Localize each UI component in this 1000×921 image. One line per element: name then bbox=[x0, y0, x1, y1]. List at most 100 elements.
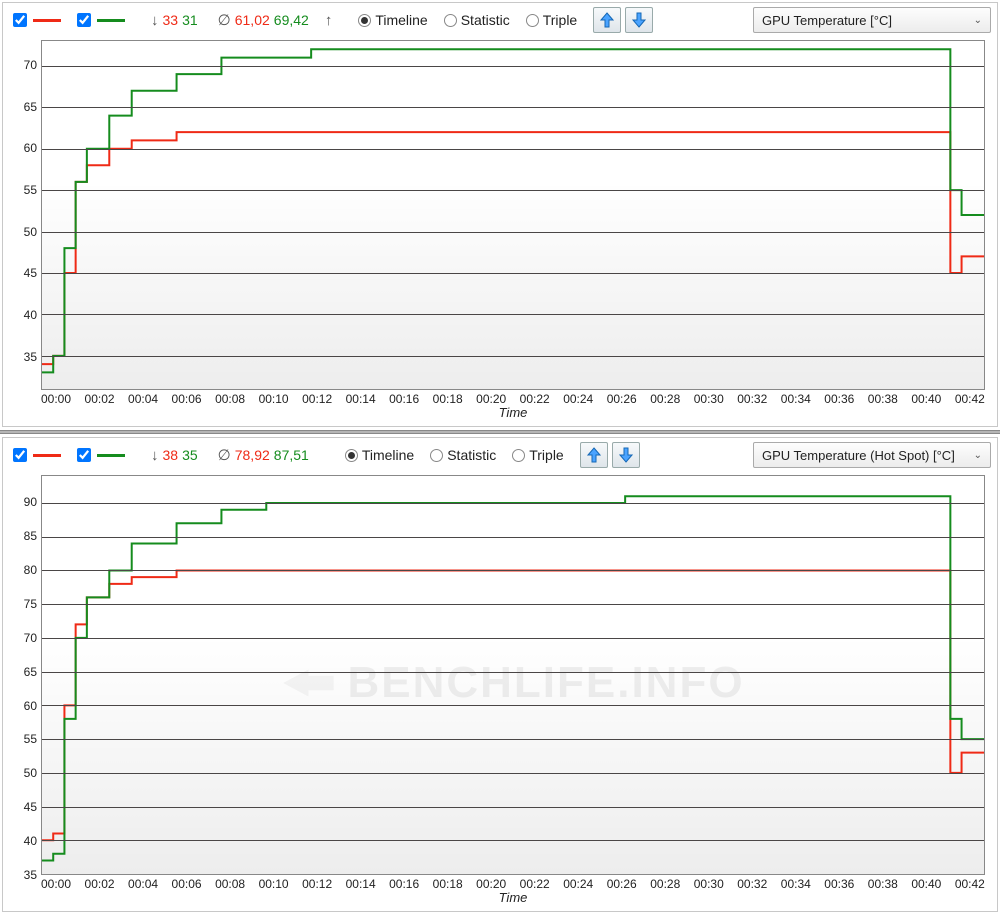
y-tick-label: 40 bbox=[13, 834, 37, 848]
checkbox-green[interactable] bbox=[77, 13, 91, 27]
y-tick-label: 80 bbox=[13, 563, 37, 577]
updown-icon: ↑ bbox=[325, 12, 333, 29]
min-red: 33 bbox=[163, 12, 179, 28]
min-icon: ↓ bbox=[151, 12, 159, 29]
sensor-dropdown-label: GPU Temperature (Hot Spot) [°C] bbox=[762, 448, 955, 463]
x-tick-label: 00:16 bbox=[389, 392, 419, 406]
x-tick-label: 00:14 bbox=[346, 877, 376, 891]
x-tick-label: 00:04 bbox=[128, 877, 158, 891]
min-stat: ↓ 33 31 bbox=[151, 12, 198, 29]
avg-red: 78,92 bbox=[235, 447, 270, 463]
arrow-down-button[interactable] bbox=[612, 442, 640, 468]
min-red: 38 bbox=[163, 447, 179, 463]
y-tick-label: 35 bbox=[13, 350, 37, 364]
min-stat: ↓ 38 35 bbox=[151, 447, 198, 464]
radio-timeline[interactable]: Timeline bbox=[358, 12, 427, 28]
x-tick-label: 00:28 bbox=[650, 392, 680, 406]
arrow-up-button[interactable] bbox=[593, 7, 621, 33]
x-tick-label: 00:32 bbox=[737, 392, 767, 406]
radio-timeline[interactable]: Timeline bbox=[345, 447, 414, 463]
min-green: 35 bbox=[182, 447, 198, 463]
y-tick-label: 50 bbox=[13, 225, 37, 239]
y-tick-label: 40 bbox=[13, 308, 37, 322]
updown-stat: ↑ bbox=[325, 12, 333, 29]
x-tick-label: 00:08 bbox=[215, 392, 245, 406]
x-tick-label: 00:02 bbox=[85, 877, 115, 891]
avg-green: 69,42 bbox=[274, 12, 309, 28]
chevron-down-icon: ⌄ bbox=[974, 450, 982, 461]
radio-timeline-label: Timeline bbox=[375, 12, 427, 28]
series-toggle-red[interactable] bbox=[9, 445, 61, 465]
x-tick-label: 00:28 bbox=[650, 877, 680, 891]
swatch-red bbox=[33, 454, 61, 457]
x-axis-labels: 00:0000:0200:0400:0600:0800:1000:1200:14… bbox=[41, 877, 985, 891]
y-tick-label: 55 bbox=[13, 732, 37, 746]
y-tick-label: 75 bbox=[13, 597, 37, 611]
sensor-dropdown-label: GPU Temperature [°C] bbox=[762, 13, 892, 28]
chevron-down-icon: ⌄ bbox=[974, 15, 982, 26]
avg-green: 87,51 bbox=[274, 447, 309, 463]
x-tick-label: 00:12 bbox=[302, 392, 332, 406]
radio-statistic-label: Statistic bbox=[447, 447, 496, 463]
series-svg bbox=[42, 476, 984, 874]
x-tick-label: 00:10 bbox=[259, 392, 289, 406]
x-tick-label: 00:16 bbox=[389, 877, 419, 891]
y-tick-label: 60 bbox=[13, 141, 37, 155]
x-tick-label: 00:00 bbox=[41, 877, 71, 891]
arrow-down-button[interactable] bbox=[625, 7, 653, 33]
panel-divider[interactable] bbox=[0, 430, 1000, 434]
y-tick-label: 35 bbox=[13, 868, 37, 882]
chart-panel-1: ↓ 38 35 ∅ 78,92 87,51 Timeline Statistic… bbox=[2, 437, 998, 912]
checkbox-red[interactable] bbox=[13, 13, 27, 27]
radio-triple-label: Triple bbox=[543, 12, 578, 28]
checkbox-red[interactable] bbox=[13, 448, 27, 462]
x-tick-label: 00:24 bbox=[563, 877, 593, 891]
series-toggle-red[interactable] bbox=[9, 10, 61, 30]
x-tick-label: 00:40 bbox=[911, 392, 941, 406]
x-tick-label: 00:20 bbox=[476, 877, 506, 891]
radio-statistic[interactable]: Statistic bbox=[444, 12, 510, 28]
series-line-green bbox=[42, 49, 984, 372]
sensor-dropdown[interactable]: GPU Temperature (Hot Spot) [°C] ⌄ bbox=[753, 442, 991, 468]
plot-area-1: BENCHLIFE.INFO bbox=[41, 475, 985, 875]
x-tick-label: 00:42 bbox=[955, 392, 985, 406]
x-tick-label: 00:14 bbox=[346, 392, 376, 406]
radio-triple[interactable]: Triple bbox=[512, 447, 564, 463]
x-tick-label: 00:20 bbox=[476, 392, 506, 406]
x-tick-label: 00:26 bbox=[607, 392, 637, 406]
x-tick-label: 00:06 bbox=[172, 877, 202, 891]
x-tick-label: 00:38 bbox=[868, 392, 898, 406]
y-tick-label: 60 bbox=[13, 699, 37, 713]
x-tick-label: 00:42 bbox=[955, 877, 985, 891]
x-tick-label: 00:02 bbox=[85, 392, 115, 406]
radio-triple[interactable]: Triple bbox=[526, 12, 578, 28]
checkbox-green[interactable] bbox=[77, 448, 91, 462]
avg-stat: ∅ 61,02 69,42 bbox=[218, 11, 309, 29]
series-toggle-green[interactable] bbox=[73, 445, 125, 465]
chart-panel-0: ↓ 33 31 ∅ 61,02 69,42 ↑ Timeline Statist… bbox=[2, 2, 998, 427]
view-radios: Timeline Statistic Triple bbox=[345, 447, 564, 463]
min-icon: ↓ bbox=[151, 447, 159, 464]
y-tick-label: 65 bbox=[13, 665, 37, 679]
arrow-up-button[interactable] bbox=[580, 442, 608, 468]
y-tick-label: 90 bbox=[13, 495, 37, 509]
series-toggle-green[interactable] bbox=[73, 10, 125, 30]
radio-statistic-label: Statistic bbox=[461, 12, 510, 28]
avg-icon: ∅ bbox=[218, 11, 231, 29]
y-tick-label: 55 bbox=[13, 183, 37, 197]
sensor-dropdown[interactable]: GPU Temperature [°C] ⌄ bbox=[753, 7, 991, 33]
x-axis-title: Time bbox=[41, 405, 985, 420]
y-tick-label: 85 bbox=[13, 529, 37, 543]
y-tick-label: 65 bbox=[13, 100, 37, 114]
radio-triple-label: Triple bbox=[529, 447, 564, 463]
x-tick-label: 00:10 bbox=[259, 877, 289, 891]
x-tick-label: 00:18 bbox=[433, 877, 463, 891]
x-tick-label: 00:30 bbox=[694, 392, 724, 406]
y-tick-label: 70 bbox=[13, 631, 37, 645]
series-line-red bbox=[42, 132, 984, 364]
x-tick-label: 00:22 bbox=[520, 877, 550, 891]
x-tick-label: 00:22 bbox=[520, 392, 550, 406]
series-svg bbox=[42, 41, 984, 389]
swatch-red bbox=[33, 19, 61, 22]
radio-statistic[interactable]: Statistic bbox=[430, 447, 496, 463]
